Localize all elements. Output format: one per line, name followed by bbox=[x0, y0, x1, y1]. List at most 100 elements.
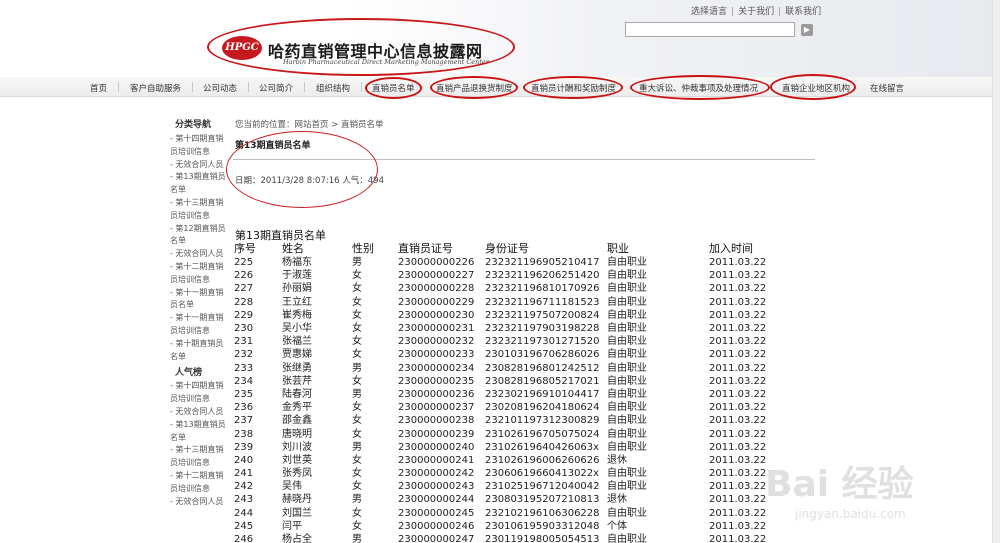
table-cell: 230000000231 bbox=[398, 323, 475, 335]
table-cell: 234 bbox=[234, 375, 254, 387]
table-cell: 吴小华 bbox=[282, 323, 312, 335]
table-row: 245 闫平 女 230000000246 230106195903312048 个体 20… bbox=[234, 520, 779, 533]
nav-company-intro[interactable]: 公司简介 bbox=[259, 82, 293, 94]
table-cell: 杨占全 bbox=[282, 534, 312, 543]
table-cell: 230000000238 bbox=[398, 415, 475, 427]
table-cell: 230828196805217021 bbox=[485, 375, 600, 387]
scrollbar[interactable] bbox=[992, 0, 1000, 543]
table-cell: 230000000230 bbox=[398, 309, 475, 321]
table-cell: 自由职业 bbox=[607, 507, 647, 519]
table-cell: 230000000241 bbox=[398, 454, 475, 466]
table-cell: 232321196711181523 bbox=[485, 296, 600, 308]
sidebar-item[interactable]: - 第十期直销员名单 bbox=[170, 338, 230, 364]
table-cell: 2011.03.22 bbox=[709, 375, 767, 387]
nav-separator bbox=[248, 82, 249, 92]
table-cell: 237 bbox=[234, 415, 254, 427]
table-cell: 男 bbox=[352, 441, 362, 453]
annotation-oval-article bbox=[226, 131, 378, 208]
table-cell: 232321196206251420 bbox=[485, 270, 600, 282]
table-cell: 231025196712040042 bbox=[485, 481, 600, 493]
table-cell: 232321197301271520 bbox=[485, 336, 600, 348]
table-row: 225 杨福东 男 230000000226 232321196905210417 自由职… bbox=[234, 256, 779, 269]
sidebar-category-list: - 第十四期直销员培训信息 - 无效合同人员 - 第13期直销员名单 - 第十三… bbox=[170, 133, 230, 363]
table-cell: 王立红 bbox=[282, 296, 312, 308]
sidebar-item[interactable]: - 第十一期直销员培训信息 bbox=[170, 312, 230, 338]
sidebar-item[interactable]: - 第十二期直销员培训信息 bbox=[170, 261, 230, 287]
nav-company-news[interactable]: 公司动态 bbox=[203, 82, 237, 94]
annotation-oval-nav bbox=[770, 74, 856, 100]
table-cell: 230000000235 bbox=[398, 375, 475, 387]
link-contact-us[interactable]: 联系我们 bbox=[785, 7, 821, 17]
table-cell: 230000000232 bbox=[398, 336, 475, 348]
sidebar-item[interactable]: - 第12期直销员名单 bbox=[170, 223, 230, 249]
column-header: 加入时间 bbox=[709, 242, 753, 255]
table-cell: 230000000242 bbox=[398, 468, 475, 480]
sidebar-item[interactable]: - 无效合同人员 bbox=[170, 496, 230, 509]
sidebar-item[interactable]: - 第十四期直销员培训信息 bbox=[170, 380, 230, 406]
table-cell: 自由职业 bbox=[607, 481, 647, 493]
table-row: 242 吴伟 女 230000000243 231025196712040042 自由职业… bbox=[234, 480, 779, 493]
table-cell: 246 bbox=[234, 534, 254, 543]
link-about-us[interactable]: 关于我们 bbox=[738, 7, 774, 17]
table-cell: 232302196910104417 bbox=[485, 388, 600, 400]
table-cell: 230208196204180624 bbox=[485, 402, 600, 414]
table-cell: 227 bbox=[234, 283, 254, 295]
table-cell: 230803195207210813 bbox=[485, 494, 600, 506]
table-cell: 于淑莲 bbox=[282, 270, 312, 282]
table-cell: 230 bbox=[234, 323, 254, 335]
table-cell: 230000000237 bbox=[398, 402, 475, 414]
sidebar-item[interactable]: - 第十四期直销员培训信息 bbox=[170, 133, 230, 159]
watermark-main: Bai 经验 bbox=[765, 464, 914, 505]
table-cell: 2011.03.22 bbox=[709, 534, 767, 543]
watermark-sub: jingyan.baidu.com bbox=[795, 507, 906, 521]
nav-organization[interactable]: 组织结构 bbox=[316, 82, 350, 94]
sidebar-item[interactable]: - 第十三期直销员培训信息 bbox=[170, 197, 230, 223]
nav-home[interactable]: 首页 bbox=[90, 82, 107, 94]
table-cell: 231026196006260626 bbox=[485, 454, 600, 466]
sidebar-item[interactable]: - 第十三期直销员培训信息 bbox=[170, 444, 230, 470]
table-row: 237 邵金鑫 女 230000000238 232101197312300829 自由职… bbox=[234, 414, 779, 427]
sidebar-item[interactable]: - 无效合同人员 bbox=[170, 248, 230, 261]
link-select-language[interactable]: 选择语言 bbox=[691, 7, 727, 17]
table-cell: 女 bbox=[352, 415, 362, 427]
table-cell: 2011.03.22 bbox=[709, 349, 767, 361]
search-go-icon[interactable]: ▶ bbox=[801, 24, 813, 36]
table-cell: 刘川波 bbox=[282, 441, 312, 453]
table-cell: 232102196106306228 bbox=[485, 507, 600, 519]
column-header: 直销员证号 bbox=[398, 242, 453, 255]
nav-message[interactable]: 在线留言 bbox=[870, 82, 904, 94]
column-header: 职业 bbox=[607, 242, 629, 255]
table-cell: 女 bbox=[352, 428, 362, 440]
table-row: 229 崔秀梅 女 230000000230 232321197507200824 自由职… bbox=[234, 309, 779, 322]
table-row: 235 陆春河 男 230000000236 232302196910104417 自由职… bbox=[234, 388, 779, 401]
table-cell: 2011.03.22 bbox=[709, 428, 767, 440]
table-cell: 230000000229 bbox=[398, 296, 475, 308]
search-input[interactable] bbox=[625, 22, 795, 37]
sidebar-item[interactable]: - 第十一期直销员名单 bbox=[170, 287, 230, 313]
sidebar-item[interactable]: - 无效合同人员 bbox=[170, 406, 230, 419]
table-row: 232 贾惠娣 女 230000000233 230103196706286026 自由职… bbox=[234, 348, 779, 361]
sidebar-item[interactable]: - 第13期直销员名单 bbox=[170, 419, 230, 445]
table-cell: 242 bbox=[234, 481, 254, 493]
table-cell: 230000000244 bbox=[398, 494, 475, 506]
nav-customer-service[interactable]: 客户自助服务 bbox=[130, 82, 181, 94]
table-cell: 230000000228 bbox=[398, 283, 475, 295]
table-cell: 自由职业 bbox=[607, 375, 647, 387]
table-row: 233 张继勇 男 230000000234 230828196801242512 自由职… bbox=[234, 362, 779, 375]
sidebar-item[interactable]: - 第13期直销员名单 bbox=[170, 171, 230, 197]
table-cell: 2011.03.22 bbox=[709, 283, 767, 295]
table-header-row: 序号 姓名 性别 直销员证号 身份证号 职业 加入时间 bbox=[234, 240, 779, 256]
table-cell: 2011.03.22 bbox=[709, 388, 767, 400]
table-cell: 退休 bbox=[607, 454, 627, 466]
table-cell: 230000000240 bbox=[398, 441, 475, 453]
table-cell: 244 bbox=[234, 507, 254, 519]
table-cell: 2011.03.22 bbox=[709, 415, 767, 427]
table-cell: 229 bbox=[234, 309, 254, 321]
table-cell: 张秀凤 bbox=[282, 468, 312, 480]
sidebar-item[interactable]: - 无效合同人员 bbox=[170, 159, 230, 172]
sidebar-item[interactable]: - 第十二期直销员培训信息 bbox=[170, 470, 230, 496]
table-cell: 23060619660413022x bbox=[485, 468, 600, 480]
table-cell: 闫平 bbox=[282, 520, 302, 532]
table-cell: 张芸芹 bbox=[282, 375, 312, 387]
nav-separator bbox=[118, 82, 119, 92]
